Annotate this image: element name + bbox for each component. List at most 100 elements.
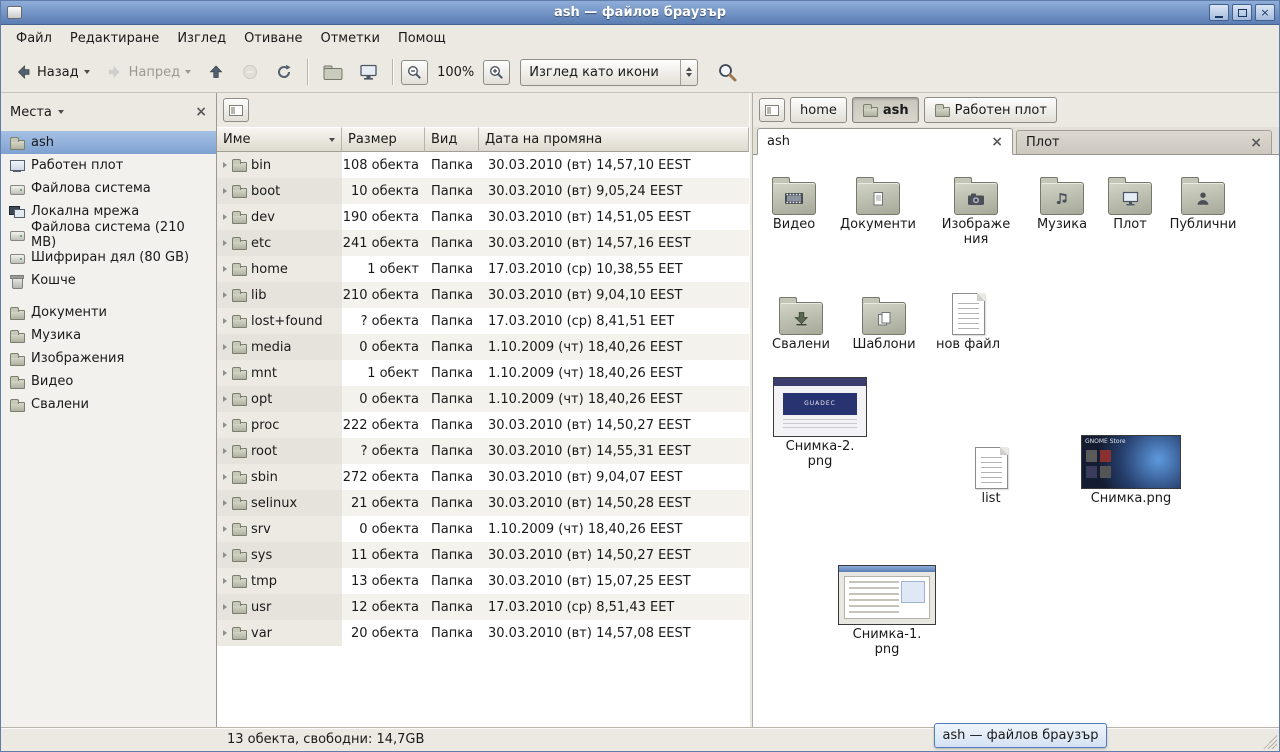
table-row[interactable]: sys 11 обекта Папка 30.03.2010 (вт) 14,5… bbox=[217, 542, 749, 568]
menu-item-bookmarks[interactable]: Отметки bbox=[311, 27, 388, 50]
sidebar-selector-icon[interactable] bbox=[58, 110, 64, 114]
sidebar-item-music[interactable]: Музика bbox=[1, 324, 216, 347]
expander-icon[interactable] bbox=[223, 370, 227, 376]
icon-item-desktop-folder[interactable]: Плот bbox=[1092, 169, 1168, 233]
location-toggle-button[interactable] bbox=[223, 98, 249, 122]
sidebar-item-filesystem[interactable]: Файлова система bbox=[1, 177, 216, 200]
icon-item-snimka-2[interactable]: GUADEC Снимка-2.png bbox=[768, 377, 872, 470]
zoom-out-button[interactable] bbox=[401, 60, 428, 85]
table-row[interactable]: media 0 обекта Папка 1.10.2009 (чт) 18,4… bbox=[217, 334, 749, 360]
expander-icon[interactable] bbox=[223, 266, 227, 272]
expander-icon[interactable] bbox=[223, 344, 227, 350]
expander-icon[interactable] bbox=[223, 448, 227, 454]
view-mode-stepper-icon[interactable] bbox=[680, 60, 697, 85]
expander-icon[interactable] bbox=[223, 162, 227, 168]
minimize-button[interactable] bbox=[1209, 4, 1229, 21]
sidebar-item-desktop[interactable]: Работен плот bbox=[1, 154, 216, 177]
pathbar-current-button[interactable]: ash bbox=[852, 97, 919, 123]
pathbar-desktop-button[interactable]: Работен плот bbox=[924, 97, 1057, 123]
menu-item-view[interactable]: Изглед bbox=[168, 27, 235, 50]
back-button[interactable]: Назад bbox=[7, 57, 97, 87]
expander-icon[interactable] bbox=[223, 188, 227, 194]
icon-item-downloads[interactable]: Свалени bbox=[763, 289, 839, 353]
icon-view[interactable]: Видео Документи Изображения Музика Плот bbox=[753, 155, 1279, 727]
expander-icon[interactable] bbox=[223, 318, 227, 324]
table-row[interactable]: usr 12 обекта Папка 17.03.2010 (ср) 8,51… bbox=[217, 594, 749, 620]
column-header-name[interactable]: Име bbox=[217, 127, 342, 152]
back-dropdown-icon[interactable] bbox=[84, 70, 90, 74]
expander-icon[interactable] bbox=[223, 396, 227, 402]
sidebar-item-downloads[interactable]: Свалени bbox=[1, 393, 216, 416]
table-row[interactable]: dev 190 обекта Папка 30.03.2010 (вт) 14,… bbox=[217, 204, 749, 230]
sidebar-title[interactable]: Места bbox=[10, 105, 52, 120]
table-row[interactable]: srv 0 обекта Папка 1.10.2009 (чт) 18,40,… bbox=[217, 516, 749, 542]
menu-item-edit[interactable]: Редактиране bbox=[61, 27, 168, 50]
sidebar-item-video[interactable]: Видео bbox=[1, 370, 216, 393]
computer-button[interactable] bbox=[352, 57, 385, 87]
table-row[interactable]: tmp 13 обекта Папка 30.03.2010 (вт) 15,0… bbox=[217, 568, 749, 594]
resize-grip[interactable] bbox=[1263, 735, 1277, 749]
expander-icon[interactable] bbox=[223, 474, 227, 480]
table-row[interactable]: home 1 обект Папка 17.03.2010 (ср) 10,38… bbox=[217, 256, 749, 282]
icon-item-snimka[interactable]: GNOME Store Снимка.png bbox=[1077, 435, 1185, 507]
expander-icon[interactable] bbox=[223, 214, 227, 220]
expander-icon[interactable] bbox=[223, 630, 227, 636]
expander-icon[interactable] bbox=[223, 604, 227, 610]
table-row[interactable]: sbin 272 обекта Папка 30.03.2010 (вт) 9,… bbox=[217, 464, 749, 490]
icon-item-snimka-1[interactable]: Снимка-1.png bbox=[835, 565, 939, 658]
table-row[interactable]: proc 222 обекта Папка 30.03.2010 (вт) 14… bbox=[217, 412, 749, 438]
table-row[interactable]: var 20 обекта Папка 30.03.2010 (вт) 14,5… bbox=[217, 620, 749, 646]
sidebar-close-button[interactable]: × bbox=[195, 105, 207, 119]
column-header-type[interactable]: Вид bbox=[425, 127, 479, 152]
table-row[interactable]: bin 108 обекта Папка 30.03.2010 (вт) 14,… bbox=[217, 152, 749, 178]
table-row[interactable]: boot 10 обекта Папка 30.03.2010 (вт) 9,0… bbox=[217, 178, 749, 204]
icon-item-pictures[interactable]: Изображения bbox=[938, 169, 1014, 248]
taskbar-window-button[interactable]: ash — файлов браузър bbox=[934, 723, 1107, 748]
menu-item-file[interactable]: Файл bbox=[7, 27, 61, 50]
view-mode-select[interactable]: Изглед като икони bbox=[520, 59, 698, 86]
zoom-in-button[interactable] bbox=[483, 60, 510, 85]
pathbar-home-button[interactable]: home bbox=[790, 97, 847, 123]
column-header-size[interactable]: Размер bbox=[342, 127, 425, 152]
search-button[interactable] bbox=[710, 56, 745, 89]
tab-close-button[interactable]: × bbox=[1250, 136, 1262, 150]
menu-item-help[interactable]: Помощ bbox=[389, 27, 455, 50]
expander-icon[interactable] bbox=[223, 422, 227, 428]
expander-icon[interactable] bbox=[223, 500, 227, 506]
sidebar-item-trash[interactable]: Кошче bbox=[1, 269, 216, 292]
table-row[interactable]: etc 241 обекта Папка 30.03.2010 (вт) 14,… bbox=[217, 230, 749, 256]
expander-icon[interactable] bbox=[223, 240, 227, 246]
column-header-date[interactable]: Дата на промяна bbox=[479, 127, 749, 152]
home-button[interactable] bbox=[316, 58, 350, 87]
icon-item-list[interactable]: list bbox=[953, 443, 1029, 507]
expander-icon[interactable] bbox=[223, 552, 227, 558]
icon-item-public[interactable]: Публични bbox=[1165, 169, 1241, 233]
icon-item-templates[interactable]: Шаблони bbox=[846, 289, 922, 353]
sidebar-item-pictures[interactable]: Изображения bbox=[1, 347, 216, 370]
sidebar-item-filesystem-210mb[interactable]: Файлова система (210 MB) bbox=[1, 223, 216, 246]
expander-icon[interactable] bbox=[223, 292, 227, 298]
icon-item-video[interactable]: Видео bbox=[756, 169, 832, 233]
table-row[interactable]: root ? обекта Папка 30.03.2010 (вт) 14,5… bbox=[217, 438, 749, 464]
icon-item-new-file[interactable]: нов файл bbox=[930, 289, 1006, 353]
menu-item-go[interactable]: Отиване bbox=[235, 27, 311, 50]
table-row[interactable]: selinux 21 обекта Папка 30.03.2010 (вт) … bbox=[217, 490, 749, 516]
icon-item-documents[interactable]: Документи bbox=[840, 169, 916, 233]
sidebar-item-ash[interactable]: ash bbox=[1, 131, 216, 154]
table-row[interactable]: mnt 1 обект Папка 1.10.2009 (чт) 18,40,2… bbox=[217, 360, 749, 386]
expander-icon[interactable] bbox=[223, 526, 227, 532]
sidebar-item-encrypted-80gb[interactable]: Шифриран дял (80 GB) bbox=[1, 246, 216, 269]
expander-icon[interactable] bbox=[223, 578, 227, 584]
up-button[interactable] bbox=[200, 57, 232, 87]
tab-ash[interactable]: ash × bbox=[757, 128, 1013, 155]
pathbar-toggle-button[interactable] bbox=[759, 98, 785, 122]
stop-button[interactable] bbox=[234, 57, 266, 87]
maximize-button[interactable] bbox=[1232, 4, 1252, 21]
tab-close-button[interactable]: × bbox=[991, 135, 1003, 149]
titlebar[interactable]: ash — файлов браузър × bbox=[1, 1, 1279, 25]
icon-item-music[interactable]: Музика bbox=[1024, 169, 1100, 233]
sidebar-item-documents[interactable]: Документи bbox=[1, 301, 216, 324]
table-row[interactable]: lib 210 обекта Папка 30.03.2010 (вт) 9,0… bbox=[217, 282, 749, 308]
table-row[interactable]: lost+found ? обекта Папка 17.03.2010 (ср… bbox=[217, 308, 749, 334]
close-button[interactable]: × bbox=[1255, 4, 1275, 21]
